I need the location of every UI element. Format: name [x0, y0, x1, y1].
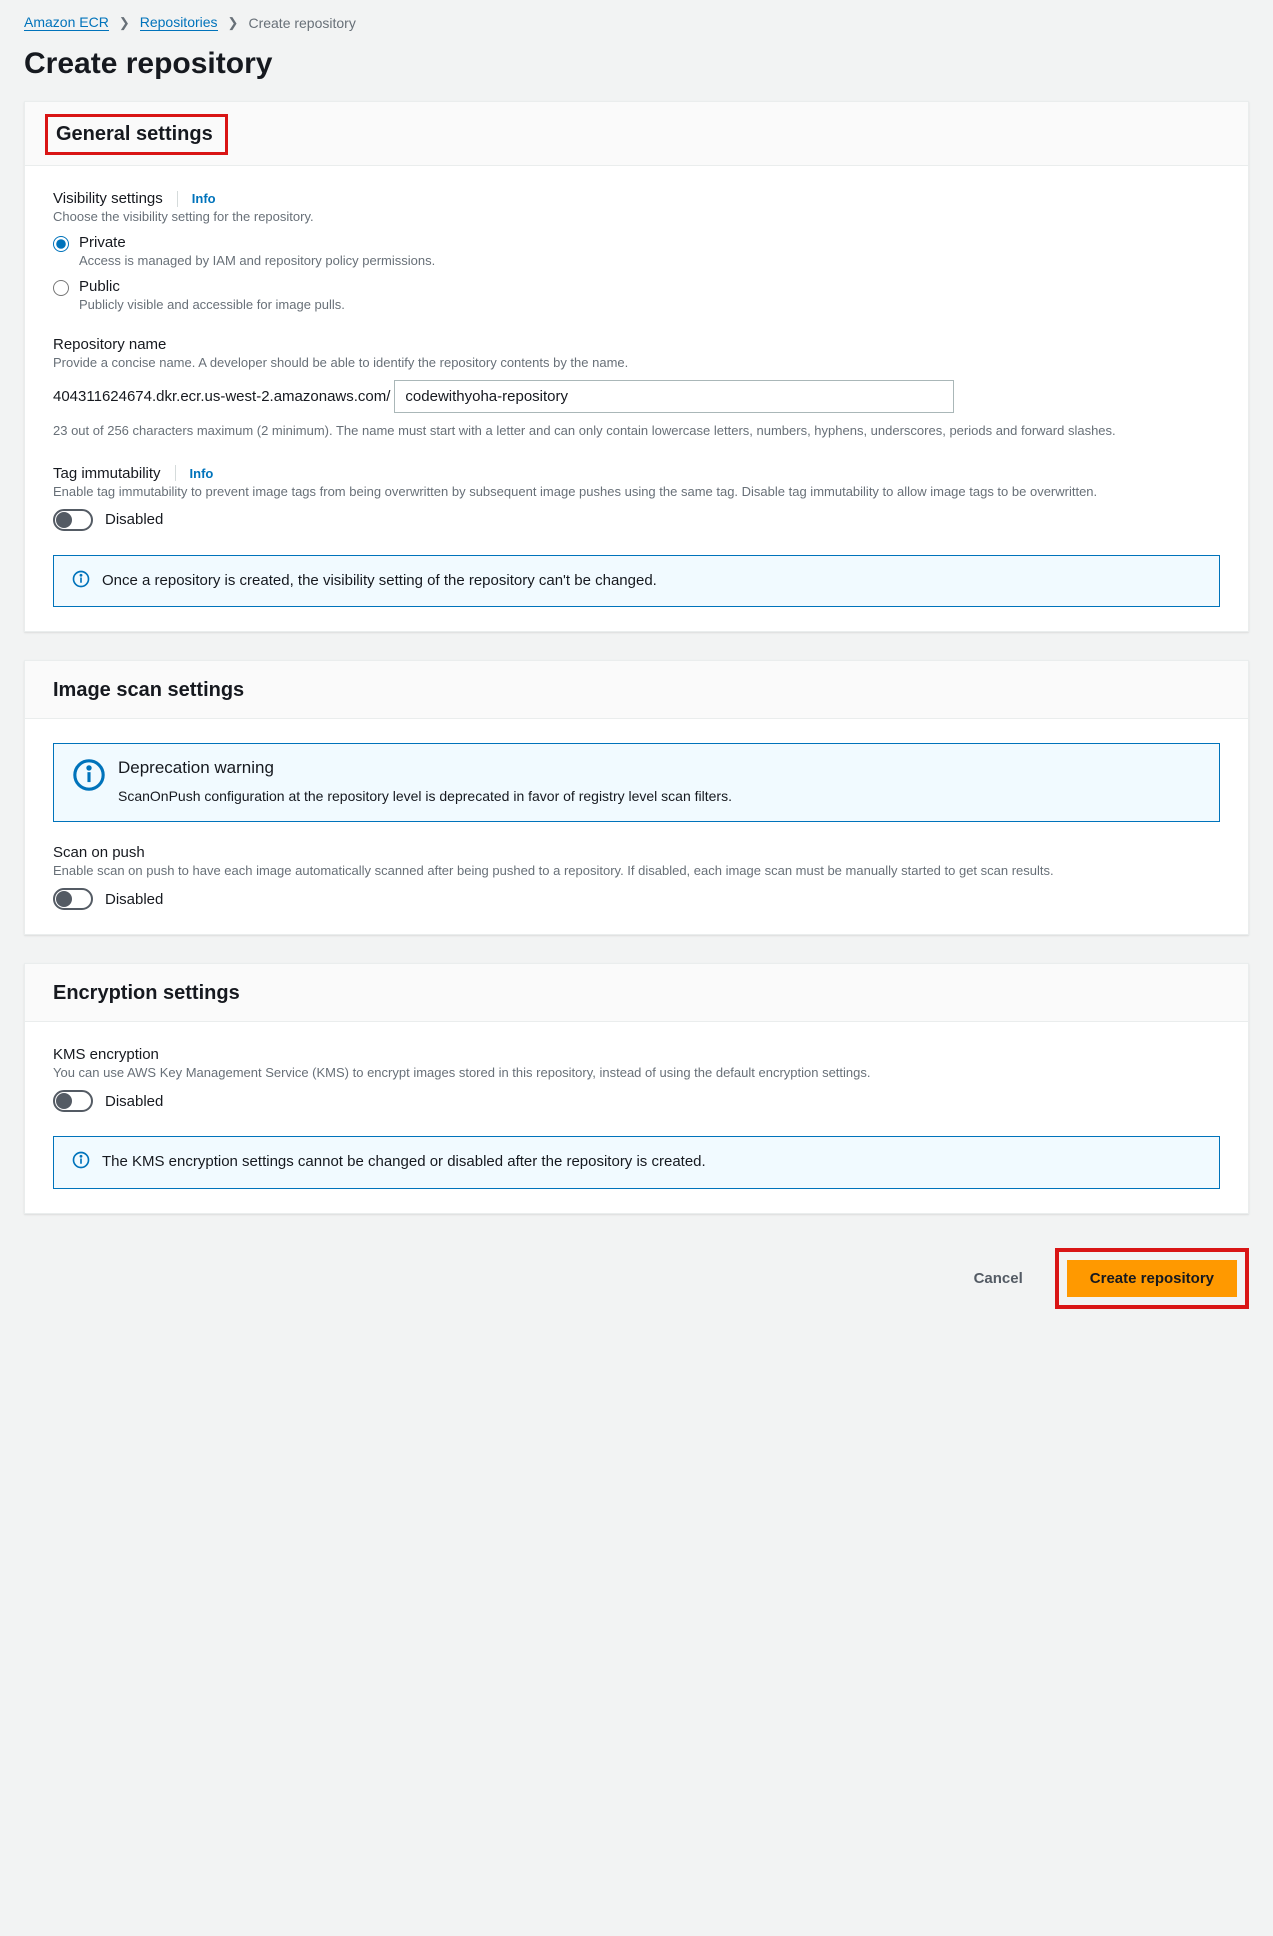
general-settings-panel: General settings Visibility settings Inf…	[24, 101, 1249, 632]
page-title: Create repository	[24, 47, 1249, 81]
breadcrumb-root[interactable]: Amazon ECR	[24, 14, 109, 31]
scan-on-push-label: Scan on push	[53, 844, 1220, 861]
general-settings-heading: General settings	[56, 123, 213, 146]
repo-name-group: Repository name Provide a concise name. …	[53, 336, 1220, 441]
visibility-alert: Once a repository is created, the visibi…	[53, 555, 1220, 608]
encryption-panel: Encryption settings KMS encryption You c…	[24, 963, 1249, 1214]
kms-label: KMS encryption	[53, 1046, 1220, 1063]
separator	[177, 191, 178, 207]
tag-immutability-group: Tag immutability Info Enable tag immutab…	[53, 465, 1220, 531]
actions-row: Cancel Create repository	[24, 1242, 1249, 1309]
highlight-create-repository: Create repository	[1055, 1248, 1249, 1309]
visibility-public-desc: Publicly visible and accessible for imag…	[79, 297, 345, 312]
create-repository-button[interactable]: Create repository	[1067, 1260, 1237, 1297]
chevron-right-icon: ❯	[228, 15, 239, 31]
visibility-alert-text: Once a repository is created, the visibi…	[102, 570, 657, 593]
highlight-general-settings: General settings	[45, 114, 228, 155]
kms-desc: You can use AWS Key Management Service (…	[53, 1065, 1220, 1080]
info-icon	[72, 1151, 90, 1172]
visibility-label: Visibility settings	[53, 190, 163, 207]
tag-immutability-state: Disabled	[105, 511, 163, 528]
scan-on-push-group: Scan on push Enable scan on push to have…	[53, 844, 1220, 910]
visibility-private-radio[interactable]	[53, 236, 69, 252]
image-scan-heading: Image scan settings	[53, 679, 244, 702]
image-scan-panel: Image scan settings Deprecation warning …	[24, 660, 1249, 935]
visibility-public-radio[interactable]	[53, 280, 69, 296]
visibility-desc: Choose the visibility setting for the re…	[53, 209, 1220, 224]
repo-name-label: Repository name	[53, 336, 1220, 353]
tag-immutability-toggle[interactable]	[53, 509, 93, 531]
info-icon	[72, 570, 90, 591]
deprecation-title: Deprecation warning	[118, 758, 732, 778]
separator	[175, 465, 176, 481]
chevron-right-icon: ❯	[119, 15, 130, 31]
repo-name-desc: Provide a concise name. A developer shou…	[53, 355, 1220, 370]
tag-immutability-desc: Enable tag immutability to prevent image…	[53, 484, 1220, 499]
kms-group: KMS encryption You can use AWS Key Manag…	[53, 1046, 1220, 1112]
scan-on-push-toggle[interactable]	[53, 888, 93, 910]
repo-name-hint: 23 out of 256 characters maximum (2 mini…	[53, 421, 1220, 441]
visibility-public-label: Public	[79, 278, 345, 295]
info-icon	[72, 758, 106, 795]
breadcrumb-repositories[interactable]: Repositories	[140, 14, 218, 31]
encryption-heading: Encryption settings	[53, 982, 240, 1005]
kms-alert: The KMS encryption settings cannot be ch…	[53, 1136, 1220, 1189]
visibility-private-label: Private	[79, 234, 435, 251]
scan-on-push-state: Disabled	[105, 891, 163, 908]
scan-on-push-desc: Enable scan on push to have each image a…	[53, 863, 1220, 878]
kms-state: Disabled	[105, 1093, 163, 1110]
deprecation-text: ScanOnPush configuration at the reposito…	[118, 786, 732, 807]
visibility-group: Visibility settings Info Choose the visi…	[53, 190, 1220, 312]
cancel-button[interactable]: Cancel	[958, 1260, 1039, 1297]
visibility-private-desc: Access is managed by IAM and repository …	[79, 253, 435, 268]
kms-alert-text: The KMS encryption settings cannot be ch…	[102, 1151, 706, 1174]
tag-immutability-label: Tag immutability	[53, 465, 161, 482]
tag-immutability-info-link[interactable]: Info	[190, 466, 214, 481]
kms-toggle[interactable]	[53, 1090, 93, 1112]
visibility-info-link[interactable]: Info	[192, 191, 216, 206]
breadcrumb-current: Create repository	[248, 15, 355, 31]
repo-name-prefix: 404311624674.dkr.ecr.us-west-2.amazonaws…	[53, 388, 394, 405]
deprecation-alert: Deprecation warning ScanOnPush configura…	[53, 743, 1220, 822]
breadcrumb: Amazon ECR ❯ Repositories ❯ Create repos…	[24, 10, 1249, 47]
repo-name-input[interactable]	[394, 380, 954, 413]
